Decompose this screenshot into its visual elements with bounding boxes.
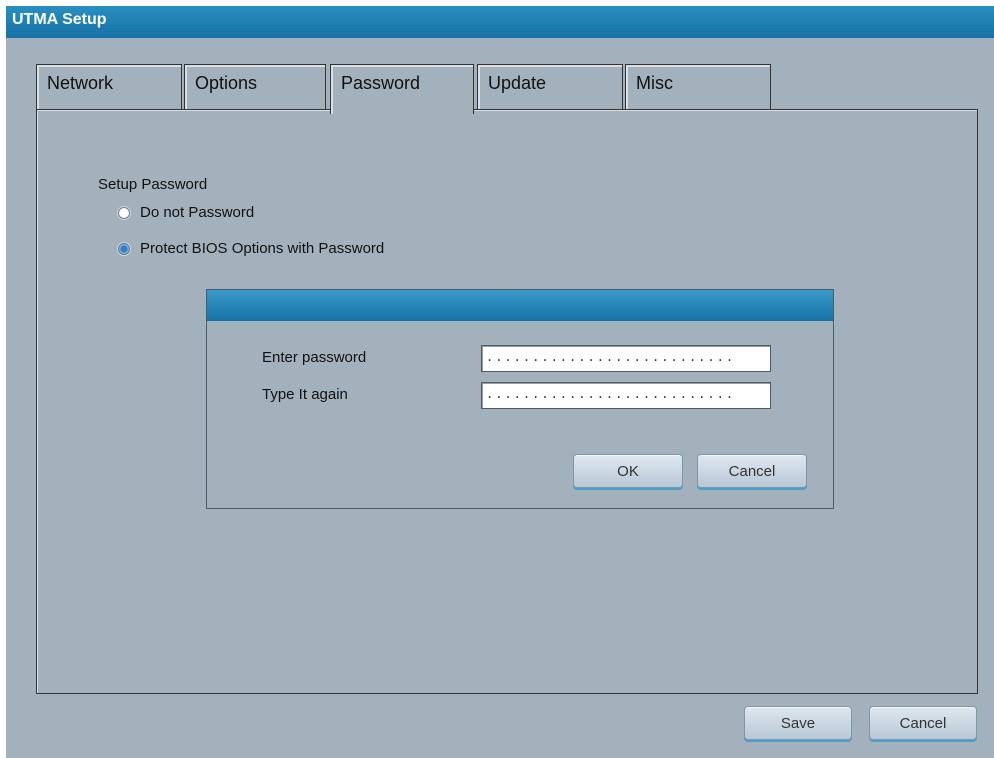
setup-password-label: Setup Password bbox=[98, 176, 208, 193]
enter-password-input[interactable]: ........................... bbox=[481, 345, 771, 372]
tab-label: Password bbox=[341, 73, 421, 93]
radio-protect-bios[interactable]: Protect BIOS Options with Password bbox=[118, 240, 384, 257]
setup-window: UTMA Setup Network Options Password Upda… bbox=[6, 6, 994, 758]
tab-label: Misc bbox=[636, 73, 673, 93]
radio-unchecked-icon[interactable] bbox=[118, 206, 130, 219]
radio-label: Do not Password bbox=[140, 204, 255, 221]
radio-checked-icon[interactable] bbox=[118, 242, 130, 255]
confirm-password-label: Type It again bbox=[262, 386, 348, 403]
dialog-titlebar bbox=[207, 290, 833, 321]
tab-update[interactable]: Update bbox=[477, 64, 623, 112]
tab-password[interactable]: Password bbox=[330, 64, 474, 114]
tab-misc[interactable]: Misc bbox=[625, 64, 771, 112]
tab-label: Update bbox=[488, 73, 547, 93]
tab-options[interactable]: Options bbox=[184, 64, 326, 112]
save-button[interactable]: Save bbox=[744, 706, 852, 740]
confirm-password-input[interactable]: ........................... bbox=[481, 382, 771, 409]
tab-label: Options bbox=[195, 73, 258, 93]
tab-label: Network bbox=[47, 73, 114, 93]
window-titlebar: UTMA Setup bbox=[6, 6, 994, 38]
dialog-cancel-button[interactable]: Cancel bbox=[697, 454, 807, 488]
radio-no-password[interactable]: Do not Password bbox=[118, 204, 254, 221]
tab-network[interactable]: Network bbox=[36, 64, 182, 112]
password-dialog: Enter password .........................… bbox=[206, 289, 834, 509]
ok-button[interactable]: OK bbox=[573, 454, 683, 488]
window-title: UTMA Setup bbox=[12, 11, 107, 28]
radio-label: Protect BIOS Options with Password bbox=[140, 240, 385, 257]
enter-password-label: Enter password bbox=[262, 349, 367, 366]
cancel-button[interactable]: Cancel bbox=[869, 706, 977, 740]
